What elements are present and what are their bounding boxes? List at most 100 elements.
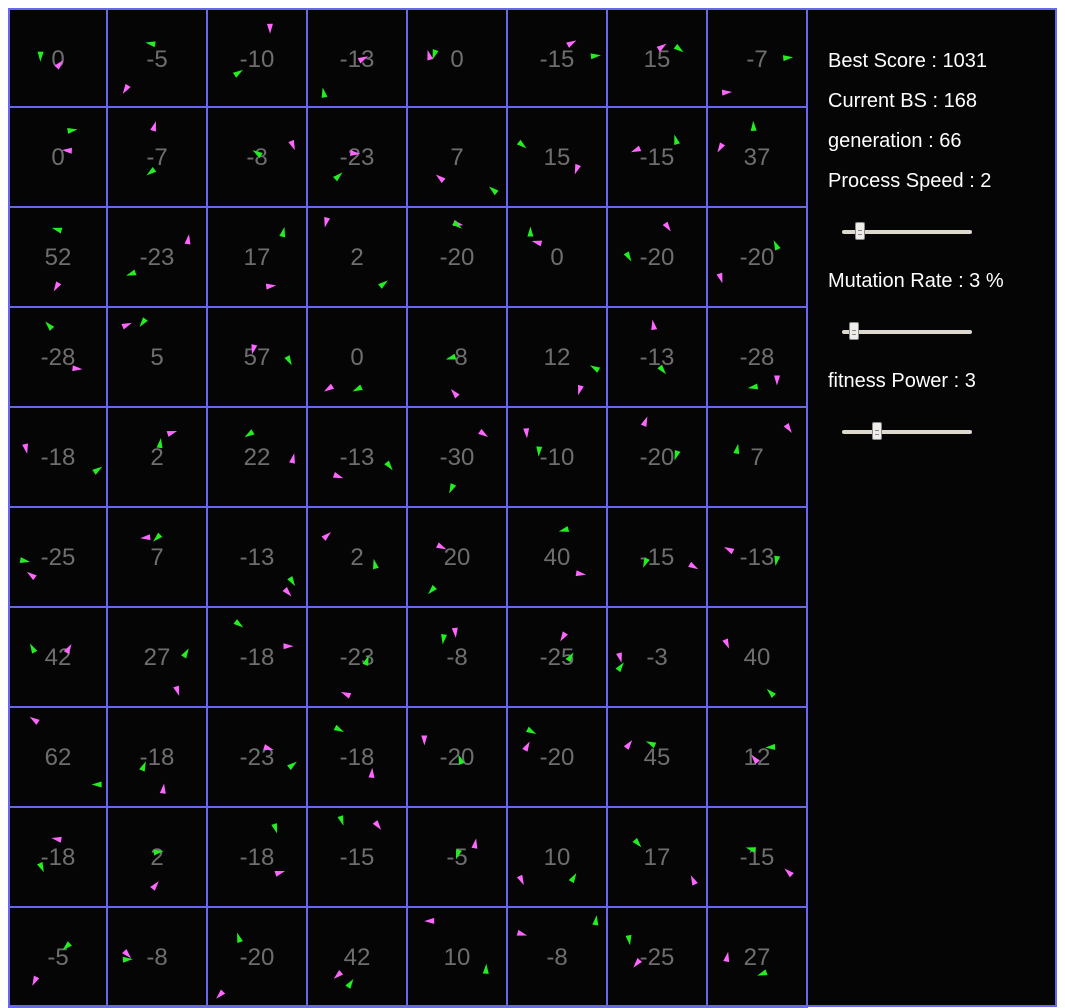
arena-cell: -18 [208, 608, 308, 708]
process-speed-slider[interactable] [842, 222, 972, 241]
green-agent-icon [284, 355, 292, 366]
agents-layer [630, 134, 680, 153]
fitness-power-slider[interactable] [842, 422, 972, 441]
green-agent-icon [384, 460, 393, 471]
magenta-agent-icon [523, 428, 530, 439]
magenta-agent-icon [324, 217, 331, 228]
green-agent-icon [352, 384, 363, 392]
magenta-agent-icon [516, 874, 524, 886]
green-agent-icon [29, 643, 38, 654]
green-agent-icon [139, 761, 146, 772]
magenta-agent-icon [283, 643, 294, 650]
green-agent-icon [153, 532, 163, 542]
green-agent-icon [657, 364, 666, 375]
agents-layer [265, 226, 286, 290]
magenta-agent-icon [688, 561, 699, 570]
magenta-agent-icon [427, 50, 434, 61]
magenta-agent-icon [651, 319, 658, 331]
arena-cell: -15 [608, 108, 708, 208]
green-agent-icon [19, 557, 31, 564]
magenta-agent-icon [32, 975, 40, 986]
agents-layer [321, 531, 379, 570]
arena-cell: -20 [608, 208, 708, 308]
magenta-agent-icon [173, 685, 180, 697]
green-agent-icon [445, 353, 457, 360]
magenta-agent-icon [184, 234, 191, 245]
arena-cell: -15 [608, 508, 708, 608]
arena-cell: 0 [308, 308, 408, 408]
green-agent-icon [773, 240, 781, 251]
agents-layer [29, 643, 72, 655]
arena-cell: -20 [208, 908, 308, 1008]
magenta-agent-icon [471, 838, 478, 849]
magenta-agent-icon [29, 716, 40, 725]
arena-cell: 7 [108, 508, 208, 608]
arena-cell: -18 [308, 708, 408, 808]
slider-thumb[interactable] [855, 222, 866, 240]
green-agent-icon [525, 726, 537, 735]
slider-thumb[interactable] [872, 422, 882, 440]
green-agent-icon [337, 815, 344, 826]
arena-cell: -13 [308, 8, 408, 108]
arena-cell: 62 [8, 708, 108, 808]
magenta-agent-icon [575, 570, 587, 577]
arena-cell: 42 [308, 908, 408, 1008]
arena-cell: -8 [408, 608, 508, 708]
arena-cell: -28 [708, 308, 808, 408]
agents-layer [558, 526, 587, 577]
green-agent-icon [590, 53, 601, 60]
magenta-agent-icon [150, 121, 156, 132]
agents-layer [282, 576, 296, 597]
green-agent-icon [287, 576, 296, 587]
agents-layer [722, 638, 776, 698]
arena-cell: -23 [108, 208, 208, 308]
agents-layer [232, 23, 273, 78]
green-agent-icon [625, 934, 632, 946]
green-agent-icon [122, 956, 133, 963]
agents-layer [640, 416, 681, 461]
agents-layer [516, 915, 599, 936]
mutation-rate-slider[interactable] [842, 322, 972, 341]
arena-cell: -25 [508, 608, 608, 708]
agents-layer [632, 837, 698, 886]
arena-cell: -20 [408, 708, 508, 808]
agents-layer [523, 428, 543, 457]
green-agent-icon [345, 978, 354, 989]
agents-layer [441, 627, 458, 645]
arena-cell: 15 [608, 8, 708, 108]
agents-layer [36, 836, 62, 873]
green-agent-icon [623, 251, 632, 262]
agents-layer [146, 121, 157, 176]
arena-cell: 20 [408, 508, 508, 608]
agents-layer [321, 56, 368, 98]
magenta-agent-icon [289, 453, 295, 464]
agents-layer [324, 383, 363, 392]
magenta-agent-icon [22, 443, 29, 454]
arena-cell: 40 [508, 508, 608, 608]
agents-layer [45, 321, 83, 372]
green-agent-icon [45, 321, 55, 331]
agents-layer [623, 221, 671, 262]
agents-layer [150, 849, 164, 891]
agents-layer [37, 51, 64, 70]
agents-layer [733, 423, 792, 455]
slider-thumb[interactable] [849, 322, 860, 340]
magenta-agent-icon [332, 472, 344, 479]
arena-cell: -10 [208, 8, 308, 108]
magenta-agent-icon [53, 281, 62, 292]
arena-cell: 42 [8, 608, 108, 708]
magenta-agent-icon [633, 958, 643, 968]
green-agent-icon [757, 969, 768, 976]
magenta-agent-icon [150, 881, 159, 891]
magenta-agent-icon [623, 740, 633, 750]
magenta-agent-icon [321, 531, 331, 541]
arena-cell: -30 [408, 408, 508, 508]
green-agent-icon [252, 150, 263, 159]
green-agent-icon [592, 915, 599, 926]
green-agent-icon [482, 963, 489, 974]
agents-layer [263, 744, 297, 771]
arena-cell: -23 [208, 708, 308, 808]
magenta-agent-icon [450, 388, 460, 399]
green-agent-icon [674, 134, 680, 145]
green-agent-icon [146, 166, 157, 176]
